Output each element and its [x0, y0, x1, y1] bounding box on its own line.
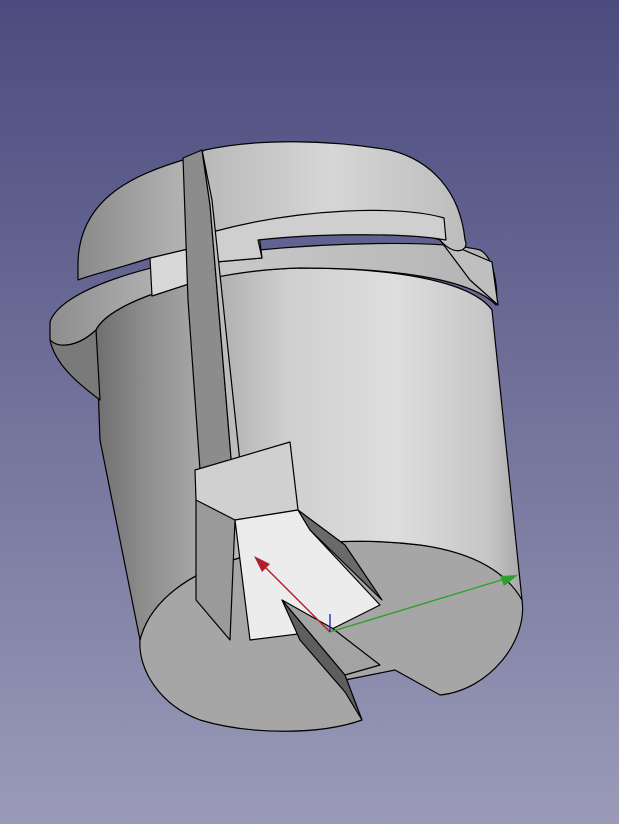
3d-scene[interactable] [0, 0, 619, 824]
3d-viewport[interactable] [0, 0, 619, 824]
